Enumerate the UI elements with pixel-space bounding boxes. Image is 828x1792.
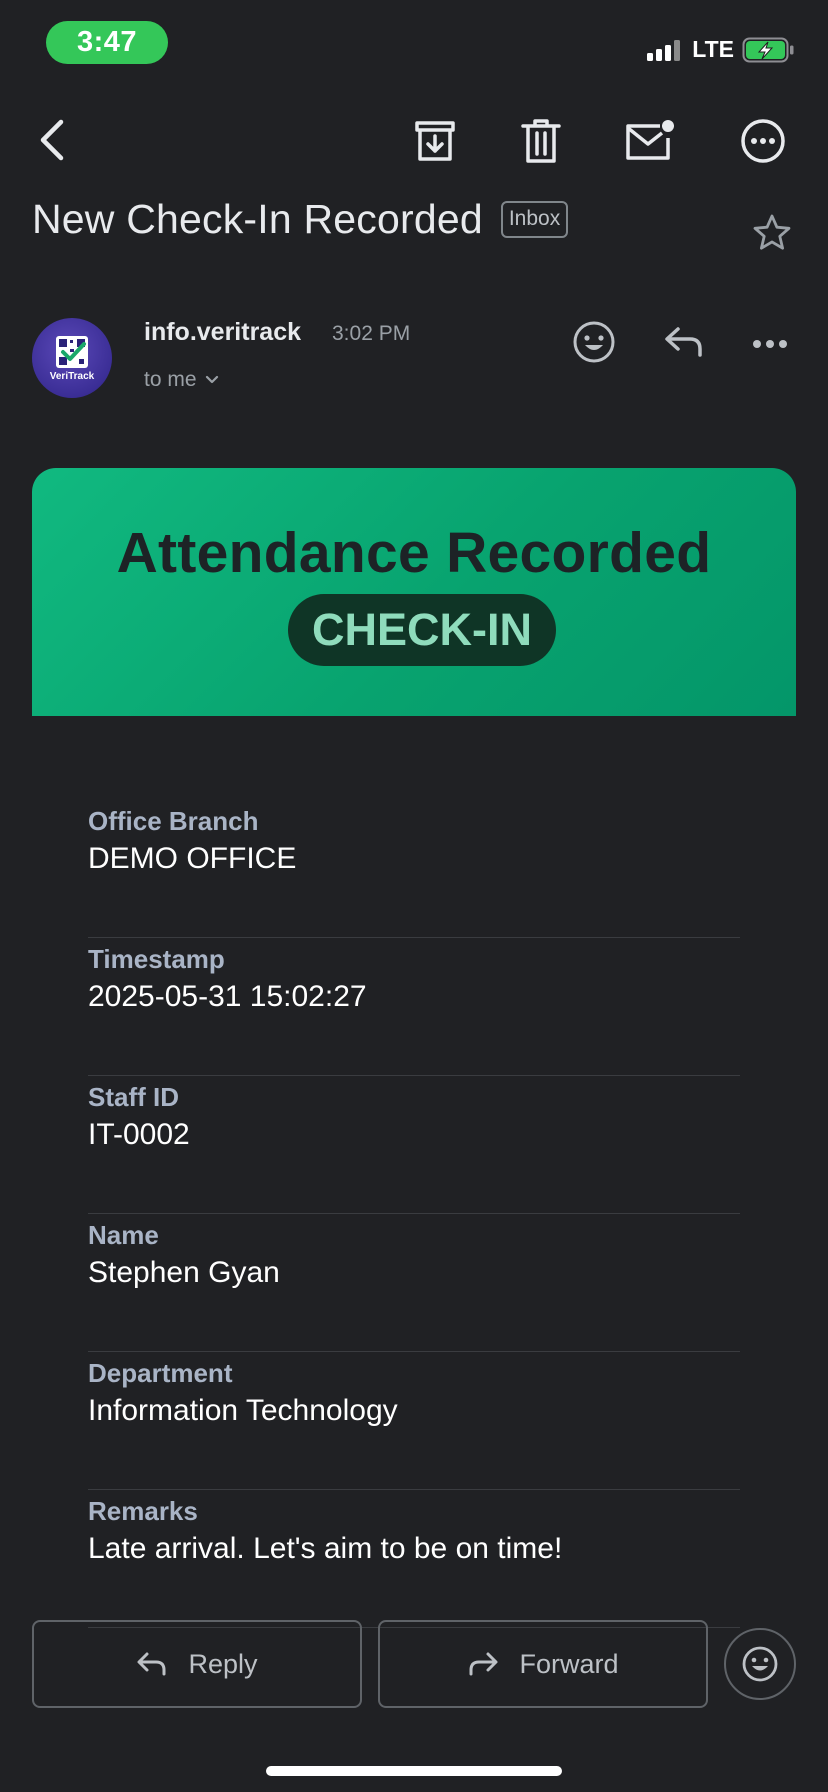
- back-button[interactable]: [30, 112, 74, 168]
- more-horizontal-icon: [753, 339, 787, 348]
- avatar-label: VeriTrack: [49, 370, 95, 382]
- more-circle-icon: [741, 119, 785, 163]
- detail-value: Information Technology: [88, 1394, 398, 1427]
- banner-title: Attendance Recorded: [116, 521, 712, 585]
- detail-label: Department: [88, 1358, 233, 1388]
- detail-row: Staff ID IT-0002: [88, 1076, 740, 1214]
- reply-icon: [665, 327, 702, 357]
- delete-button[interactable]: [514, 114, 568, 168]
- trash-icon: [521, 119, 561, 163]
- status-time: 3:47: [46, 21, 168, 64]
- battery-icon: [742, 37, 796, 63]
- emoji-icon: [573, 321, 615, 363]
- detail-row: Office Branch DEMO OFFICE: [88, 800, 740, 938]
- forward-icon: [469, 1652, 498, 1676]
- sender-actions: [572, 320, 788, 369]
- star-icon: [753, 214, 791, 250]
- detail-row: Name Stephen Gyan: [88, 1214, 740, 1352]
- detail-value: IT-0002: [88, 1118, 190, 1151]
- detail-row: Department Information Technology: [88, 1352, 740, 1490]
- mail-unread-icon: [626, 120, 674, 160]
- signal-icon: [647, 39, 681, 61]
- sender-name[interactable]: info.veritrack: [144, 318, 301, 347]
- detail-value: Late arrival. Let's aim to be on time!: [88, 1532, 563, 1565]
- reply-label: Reply: [188, 1648, 258, 1679]
- emoji-icon: [742, 1646, 778, 1682]
- detail-row: Remarks Late arrival. Let's aim to be on…: [88, 1490, 740, 1628]
- detail-value: Stephen Gyan: [88, 1256, 280, 1289]
- detail-label: Timestamp: [88, 944, 225, 974]
- inbox-label-badge[interactable]: Inbox: [500, 201, 569, 238]
- mark-unread-button[interactable]: [622, 114, 678, 168]
- detail-label: Staff ID: [88, 1082, 179, 1112]
- check-in-pill: CHECK-IN: [288, 594, 556, 666]
- star-button[interactable]: [752, 213, 792, 258]
- detail-label: Office Branch: [88, 806, 259, 836]
- avatar[interactable]: VeriTrack: [32, 318, 112, 398]
- qr-check-logo-icon: [56, 335, 88, 368]
- email-subject-row: New Check-In Recorded Inbox: [32, 196, 569, 243]
- home-indicator[interactable]: [266, 1766, 562, 1776]
- network-label: LTE: [692, 36, 734, 62]
- forward-label: Forward: [519, 1648, 619, 1679]
- detail-row: Timestamp 2025-05-31 15:02:27: [88, 938, 740, 1076]
- status-indicators: LTE: [647, 36, 796, 63]
- archive-button[interactable]: [408, 114, 462, 168]
- recipient-details-toggle[interactable]: to me: [144, 368, 219, 392]
- reply-button[interactable]: Reply: [32, 1620, 362, 1708]
- attendance-banner: Attendance Recorded CHECK-IN: [32, 468, 796, 716]
- chevron-down-icon: [205, 375, 218, 384]
- more-options-button[interactable]: [738, 114, 788, 168]
- reply-quick-button[interactable]: [664, 325, 704, 364]
- emoji-react-button[interactable]: [724, 1628, 796, 1700]
- message-more-button[interactable]: [752, 336, 788, 354]
- react-button[interactable]: [572, 320, 616, 369]
- detail-value: 2025-05-31 15:02:27: [88, 980, 367, 1013]
- detail-label: Remarks: [88, 1496, 198, 1526]
- reply-icon: [137, 1652, 166, 1676]
- chevron-left-icon: [40, 119, 64, 161]
- email-subject: New Check-In Recorded: [32, 196, 483, 242]
- recipient-label: to me: [144, 368, 197, 391]
- sent-time: 3:02 PM: [332, 322, 411, 345]
- attendance-details: Office Branch DEMO OFFICE Timestamp 2025…: [88, 800, 740, 1628]
- archive-icon: [415, 121, 455, 161]
- forward-button[interactable]: Forward: [378, 1620, 708, 1708]
- detail-label: Name: [88, 1220, 159, 1250]
- detail-value: DEMO OFFICE: [88, 842, 297, 875]
